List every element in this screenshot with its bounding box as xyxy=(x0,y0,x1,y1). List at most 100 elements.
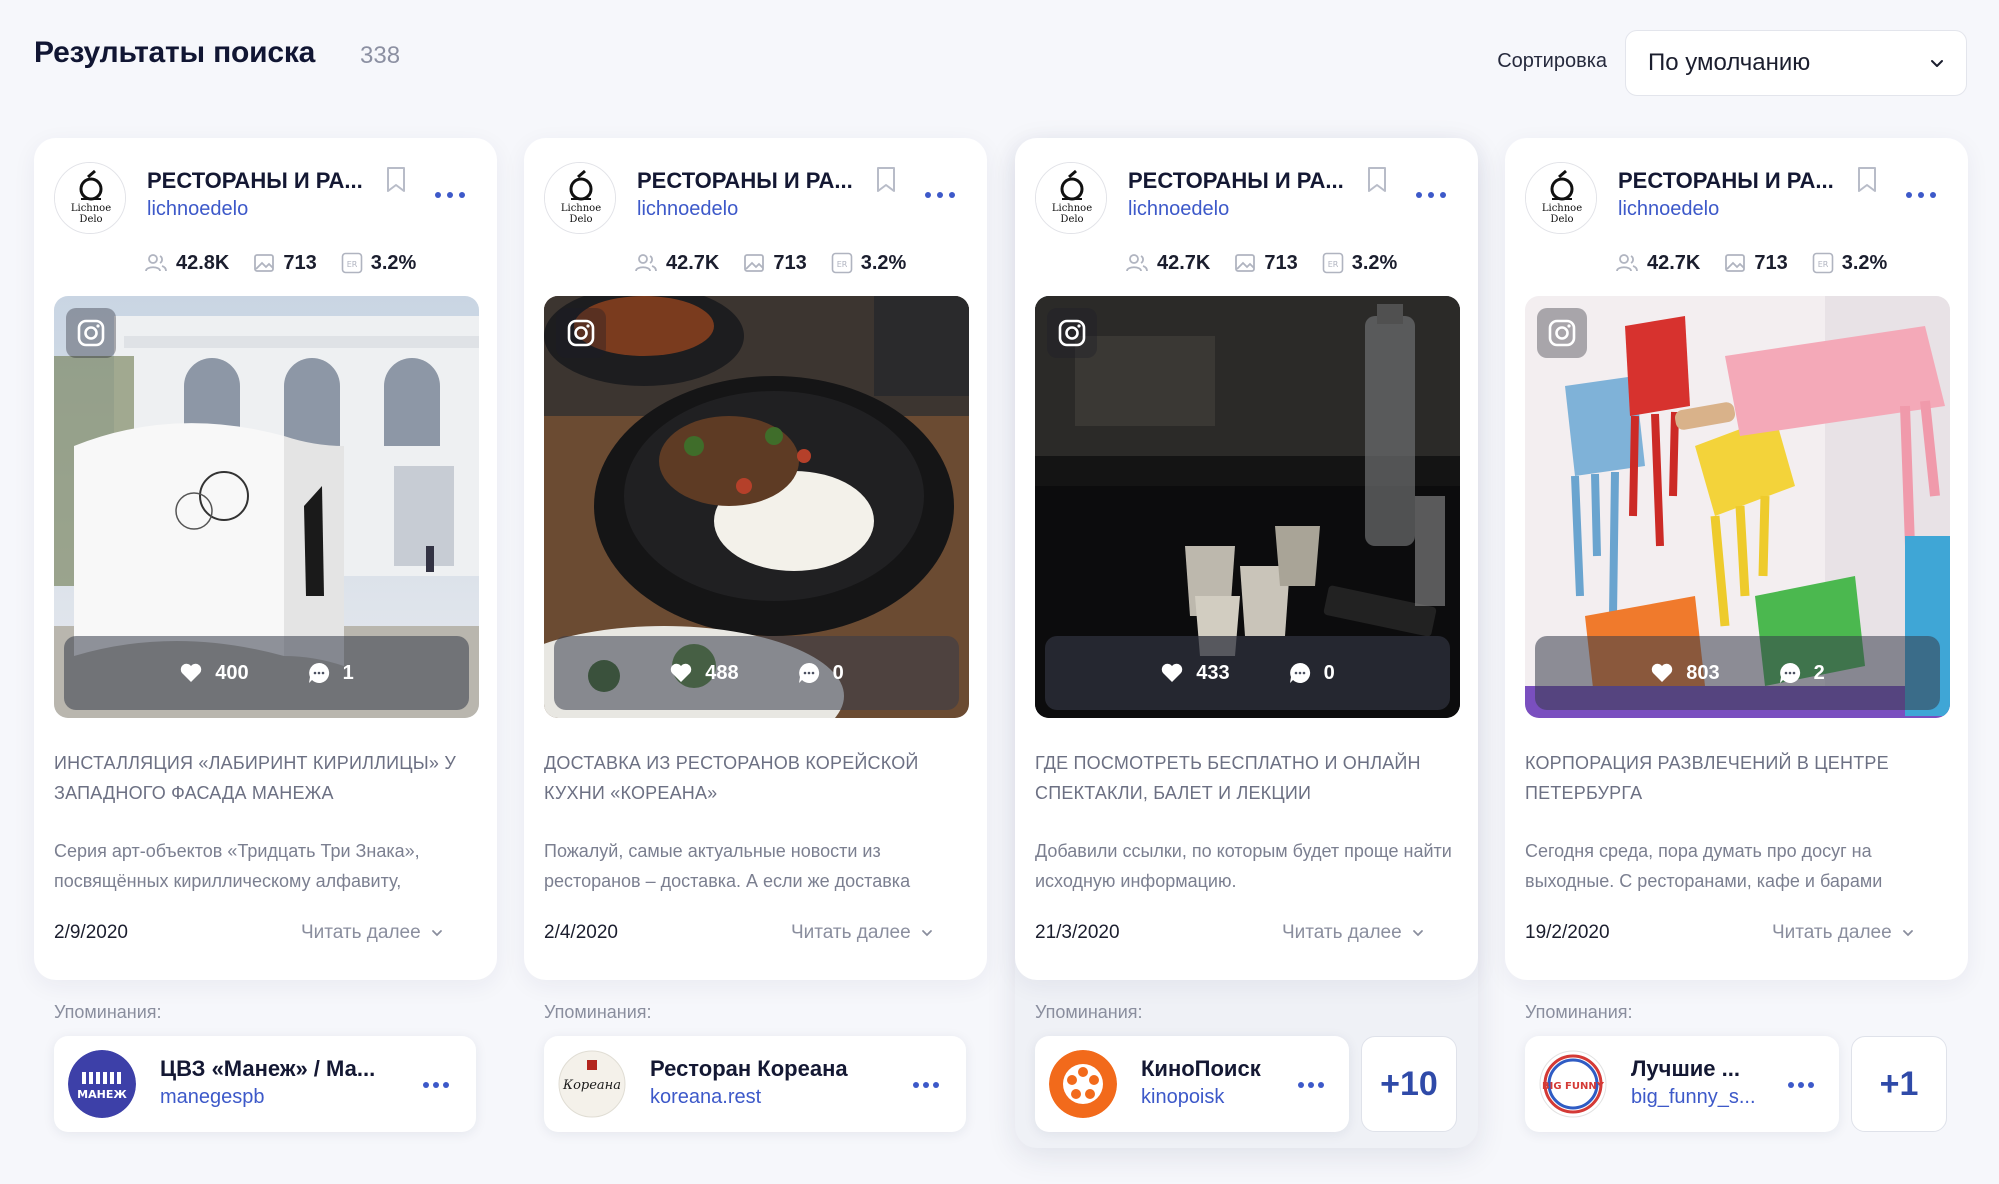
account-avatar[interactable]: Lichnoe Delo xyxy=(1525,162,1597,234)
posts-count: 713 xyxy=(1754,251,1788,274)
comments-metric: 2 xyxy=(1778,661,1825,685)
post-image[interactable]: 803 2 xyxy=(1525,296,1950,718)
svg-text:Delo: Delo xyxy=(79,214,102,225)
bookmark-icon[interactable] xyxy=(1855,166,1879,194)
chevron-down-icon xyxy=(1931,60,1943,67)
likes-count: 433 xyxy=(1196,661,1230,684)
svg-text:Lichnoe: Lichnoe xyxy=(71,203,111,214)
post-title[interactable]: ГДЕ ПОСМОТРЕТЬ БЕСПЛАТНО И ОНЛАЙН СПЕКТА… xyxy=(1035,748,1465,808)
comment-icon xyxy=(1779,662,1800,683)
mentions-label: Упоминания: xyxy=(1525,1002,1633,1022)
account-avatar[interactable]: Lichnoe Delo xyxy=(54,162,126,234)
heart-icon xyxy=(1652,663,1673,682)
mention-card[interactable]: МАНЕЖ ЦВЗ «Манеж» / Ма... manegespb xyxy=(54,1036,476,1132)
more-options-icon[interactable] xyxy=(422,1080,450,1090)
followers-icon xyxy=(635,254,657,272)
post-title[interactable]: ИНСТАЛЛЯЦИЯ «ЛАБИРИНТ КИРИЛЛИЦЫ» У ЗАПАД… xyxy=(54,748,484,808)
posts-count: 713 xyxy=(773,251,807,274)
more-options-icon[interactable] xyxy=(1297,1080,1325,1090)
sort-selected-value: По умолчанию xyxy=(1648,49,1811,76)
bookmark-icon[interactable] xyxy=(874,166,898,194)
account-avatar[interactable]: Lichnoe Delo xyxy=(1035,162,1107,234)
account-name[interactable]: РЕСТОРАНЫ И РА... xyxy=(1618,168,1838,194)
er-icon: ER xyxy=(341,252,363,274)
instagram-icon xyxy=(567,319,595,347)
post-card[interactable]: Lichnoe Delo РЕСТОРАНЫ И РА... lichnoede… xyxy=(34,138,497,980)
comments-metric: 0 xyxy=(797,661,844,685)
account-name[interactable]: РЕСТОРАНЫ И РА... xyxy=(147,168,367,194)
account-handle[interactable]: lichnoedelo xyxy=(147,198,248,221)
post-excerpt: Пожалуй, самые актуальные новости из рес… xyxy=(544,841,911,891)
post-card[interactable]: Lichnoe Delo РЕСТОРАНЫ И РА... lichnoede… xyxy=(1015,138,1478,980)
svg-text:Delo: Delo xyxy=(1060,214,1083,225)
more-mentions-button[interactable]: +10 xyxy=(1361,1036,1457,1132)
instagram-icon xyxy=(77,319,105,347)
post-card[interactable]: Lichnoe Delo РЕСТОРАНЫ И РА... lichnoede… xyxy=(1505,138,1968,980)
likes-count: 488 xyxy=(705,661,739,684)
lichnoe-delo-logo: Lichnoe Delo xyxy=(55,163,125,233)
read-more-link[interactable]: Читать далее xyxy=(301,922,443,944)
more-options-icon[interactable] xyxy=(1787,1080,1815,1090)
image-icon xyxy=(744,254,765,272)
read-more-link[interactable]: Читать далее xyxy=(1772,922,1914,944)
account-name[interactable]: РЕСТОРАНЫ И РА... xyxy=(637,168,857,194)
er-value: 3.2% xyxy=(1351,251,1398,274)
account-stats: 42.7K 713 ER 3.2% xyxy=(634,248,930,278)
account-avatar[interactable]: Lichnoe Delo xyxy=(544,162,616,234)
mentions-label: Упоминания: xyxy=(54,1002,162,1022)
post-image[interactable]: 433 0 xyxy=(1035,296,1460,718)
instagram-icon xyxy=(1058,319,1086,347)
mention-card[interactable]: Кореана Ресторан Кореана koreana.rest xyxy=(544,1036,966,1132)
followers-count: 42.7K xyxy=(1157,251,1211,274)
lichnoe-delo-logo: Lichnoe Delo xyxy=(1036,163,1106,233)
account-handle[interactable]: lichnoedelo xyxy=(1128,198,1229,221)
more-options-icon[interactable] xyxy=(924,190,956,200)
er-value: 3.2% xyxy=(860,251,907,274)
mention-avatar: МАНЕЖ xyxy=(68,1050,136,1118)
more-options-icon[interactable] xyxy=(1905,190,1937,200)
likes-metric: 400 xyxy=(179,662,249,685)
followers-count: 42.8K xyxy=(176,251,230,274)
mention-avatar: BIG FUNNY xyxy=(1539,1050,1607,1118)
post-image[interactable]: 400 1 xyxy=(54,296,479,718)
posts-stat: 713 xyxy=(253,252,317,275)
er-stat: ER 3.2% xyxy=(341,252,416,275)
heart-icon xyxy=(671,663,692,682)
heart-icon xyxy=(181,663,202,682)
post-metrics: 488 0 xyxy=(554,636,959,710)
more-mentions-button[interactable]: +1 xyxy=(1851,1036,1947,1132)
more-options-icon[interactable] xyxy=(434,190,466,200)
followers-icon xyxy=(1616,254,1638,272)
account-stats: 42.8K 713 ER 3.2% xyxy=(144,248,440,278)
followers-stat: 42.7K xyxy=(634,252,719,275)
comments-metric: 1 xyxy=(307,661,354,685)
account-name[interactable]: РЕСТОРАНЫ И РА... xyxy=(1128,168,1348,194)
results-header: Результаты поиска 338 Сортировка По умол… xyxy=(34,30,1967,98)
post-image[interactable]: 488 0 xyxy=(544,296,969,718)
more-options-icon[interactable] xyxy=(912,1080,940,1090)
read-more-link[interactable]: Читать далее xyxy=(791,922,933,944)
comments-metric: 0 xyxy=(1288,661,1335,685)
er-stat: ER 3.2% xyxy=(831,251,907,275)
post-title[interactable]: КОРПОРАЦИЯ РАЗВЛЕЧЕНИЙ В ЦЕНТРЕ ПЕТЕРБУР… xyxy=(1525,748,1955,808)
likes-metric: 433 xyxy=(1160,661,1230,685)
mention-avatar: Кореана xyxy=(558,1050,626,1118)
account-handle[interactable]: lichnoedelo xyxy=(637,198,738,221)
comments-count: 0 xyxy=(1323,661,1335,684)
bookmark-icon[interactable] xyxy=(1365,166,1389,194)
mention-card[interactable]: BIG FUNNY Лучшие ... big_funny_s... xyxy=(1525,1036,1839,1132)
account-handle[interactable]: lichnoedelo xyxy=(1618,198,1719,221)
mention-handle: manegespb xyxy=(160,1086,265,1108)
er-icon: ER xyxy=(1812,252,1834,274)
mention-card[interactable]: КиноПоиск kinopoisk xyxy=(1035,1036,1349,1132)
lichnoe-delo-logo: Lichnoe Delo xyxy=(1526,163,1596,233)
more-options-icon[interactable] xyxy=(1415,190,1447,200)
post-card[interactable]: Lichnoe Delo РЕСТОРАНЫ И РА... lichnoede… xyxy=(524,138,987,980)
followers-stat: 42.8K xyxy=(144,252,229,275)
bookmark-icon[interactable] xyxy=(384,166,408,194)
read-more-link[interactable]: Читать далее xyxy=(1282,922,1424,944)
svg-text:ER: ER xyxy=(1327,260,1338,269)
lichnoe-delo-logo: Lichnoe Delo xyxy=(545,163,615,233)
post-title[interactable]: ДОСТАВКА ИЗ РЕСТОРАНОВ КОРЕЙСКОЙ КУХНИ «… xyxy=(544,748,974,808)
sort-dropdown[interactable]: По умолчанию xyxy=(1625,30,1967,96)
